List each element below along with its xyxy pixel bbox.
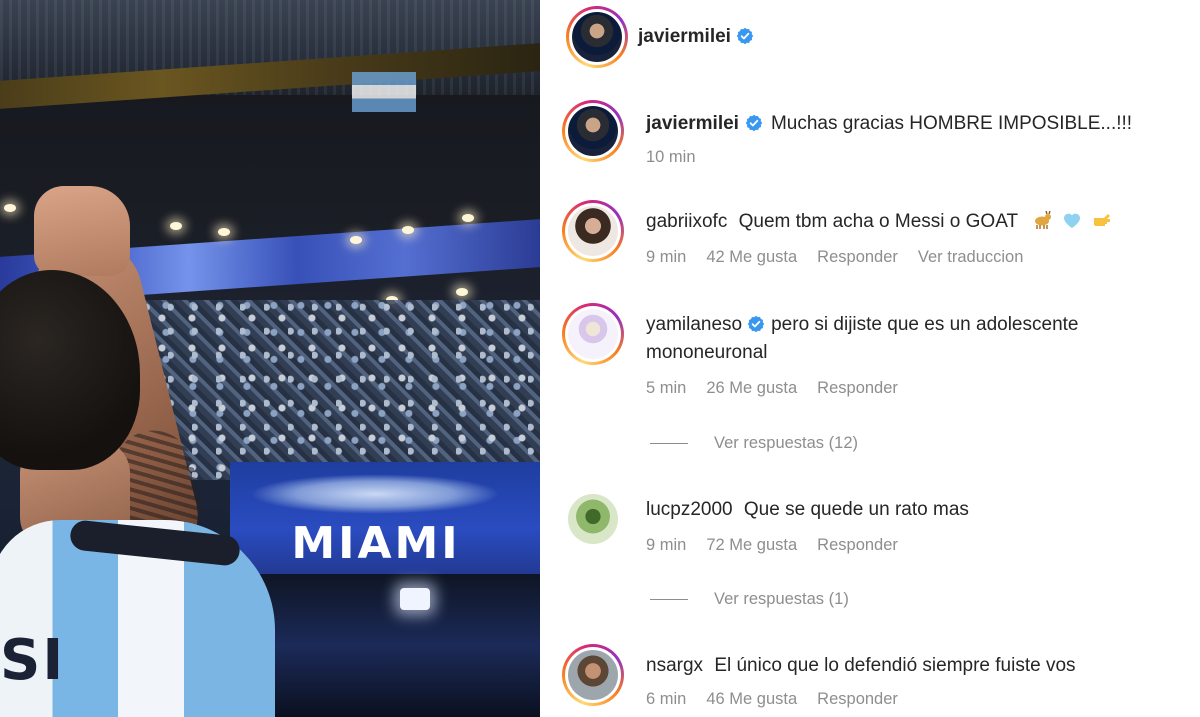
verified-badge-icon xyxy=(747,315,765,333)
verified-badge-icon xyxy=(736,27,754,45)
comment-time: 9 min xyxy=(646,248,687,266)
comment-text-block: nsargx El único que lo defendió siempre … xyxy=(646,652,1186,680)
comment-text-block: yamilaneso pero si dijiste que es un adol… xyxy=(646,311,1166,367)
comment-username[interactable]: javiermilei xyxy=(646,113,739,134)
post-author: javiermilei xyxy=(638,26,754,48)
comment-username[interactable]: lucpz2000 xyxy=(646,499,733,520)
miami-banner-text: MIAMI xyxy=(291,518,461,569)
avatar xyxy=(568,650,618,700)
comment-body: Que se quede un rato mas xyxy=(743,499,969,520)
replies-divider xyxy=(650,443,688,444)
comments-panel: javiermilei javiermilei Muchas gracias HO… xyxy=(540,0,1200,717)
reply-button[interactable]: Responder xyxy=(817,536,898,555)
translate-button[interactable]: Ver traduccion xyxy=(918,248,1023,267)
replies-divider xyxy=(650,599,688,600)
post-author-username[interactable]: javiermilei xyxy=(638,26,731,47)
reply-button[interactable]: Responder xyxy=(817,379,898,398)
avatar xyxy=(568,206,618,256)
commenter-avatar[interactable] xyxy=(562,303,624,365)
comment-text-block: gabriixofc Quem tbm acha o Messi o GOAT xyxy=(646,208,1186,236)
comment-meta: 9 min 42 Me gusta Responder Ver traducci… xyxy=(646,248,1023,267)
comment-username[interactable]: gabriixofc xyxy=(646,211,727,232)
comment-username[interactable]: yamilaneso xyxy=(646,314,742,335)
tunnel-light xyxy=(400,588,430,610)
pointing-hand-emoji-icon xyxy=(1091,210,1113,230)
comment-meta: 9 min 72 Me gusta Responder xyxy=(646,536,898,555)
post-author-avatar[interactable] xyxy=(566,6,628,68)
player-hand xyxy=(34,186,130,276)
comment-likes[interactable]: 26 Me gusta xyxy=(706,379,797,398)
view-replies-label: Ver respuestas (12) xyxy=(714,434,858,452)
avatar xyxy=(572,12,622,62)
comment-time: 10 min xyxy=(646,148,696,166)
comment-likes[interactable]: 46 Me gusta xyxy=(706,690,797,709)
avatar xyxy=(568,494,618,544)
view-replies-button[interactable]: Ver respuestas (1) xyxy=(650,590,849,609)
verified-badge-icon xyxy=(745,114,763,132)
comment-likes[interactable]: 42 Me gusta xyxy=(706,248,797,267)
commenter-avatar[interactable] xyxy=(562,488,624,550)
comment-meta: 5 min 26 Me gusta Responder xyxy=(646,379,898,398)
goat-emoji-icon xyxy=(1031,210,1053,230)
view-replies-button[interactable]: Ver respuestas (12) xyxy=(650,434,858,453)
reply-button[interactable]: Responder xyxy=(817,248,898,267)
comment-time: 5 min xyxy=(646,379,687,397)
crest-graphic xyxy=(250,474,500,514)
comment-body: El único que lo defendió siempre fuiste … xyxy=(714,655,1076,676)
comment-body: Muchas gracias HOMBRE IMPOSIBLE...!!! xyxy=(770,113,1133,134)
comment-time: 6 min xyxy=(646,690,687,708)
avatar xyxy=(568,106,618,156)
avatar xyxy=(568,309,618,359)
comment-body: Quem tbm acha o Messi o GOAT xyxy=(738,211,1018,232)
comment-meta: 10 min xyxy=(646,148,696,167)
commenter-avatar[interactable] xyxy=(562,200,624,262)
comment-time: 9 min xyxy=(646,536,687,554)
commenter-avatar[interactable] xyxy=(562,644,624,706)
post-photo: MIAMI SI xyxy=(0,0,540,717)
blue-heart-emoji-icon xyxy=(1061,210,1083,230)
comment-meta: 6 min 46 Me gusta Responder xyxy=(646,690,898,709)
comment-likes[interactable]: 72 Me gusta xyxy=(706,536,797,555)
jersey-name-text: SI xyxy=(0,628,66,693)
argentina-flag-banner xyxy=(352,72,416,112)
comment-text-block: lucpz2000 Que se quede un rato mas xyxy=(646,496,1186,524)
comment-text-block: javiermilei Muchas gracias HOMBRE IMPOSIB… xyxy=(646,110,1186,138)
reply-button[interactable]: Responder xyxy=(817,690,898,709)
view-replies-label: Ver respuestas (1) xyxy=(714,590,849,608)
comment-username[interactable]: nsargx xyxy=(646,655,703,676)
commenter-avatar[interactable] xyxy=(562,100,624,162)
